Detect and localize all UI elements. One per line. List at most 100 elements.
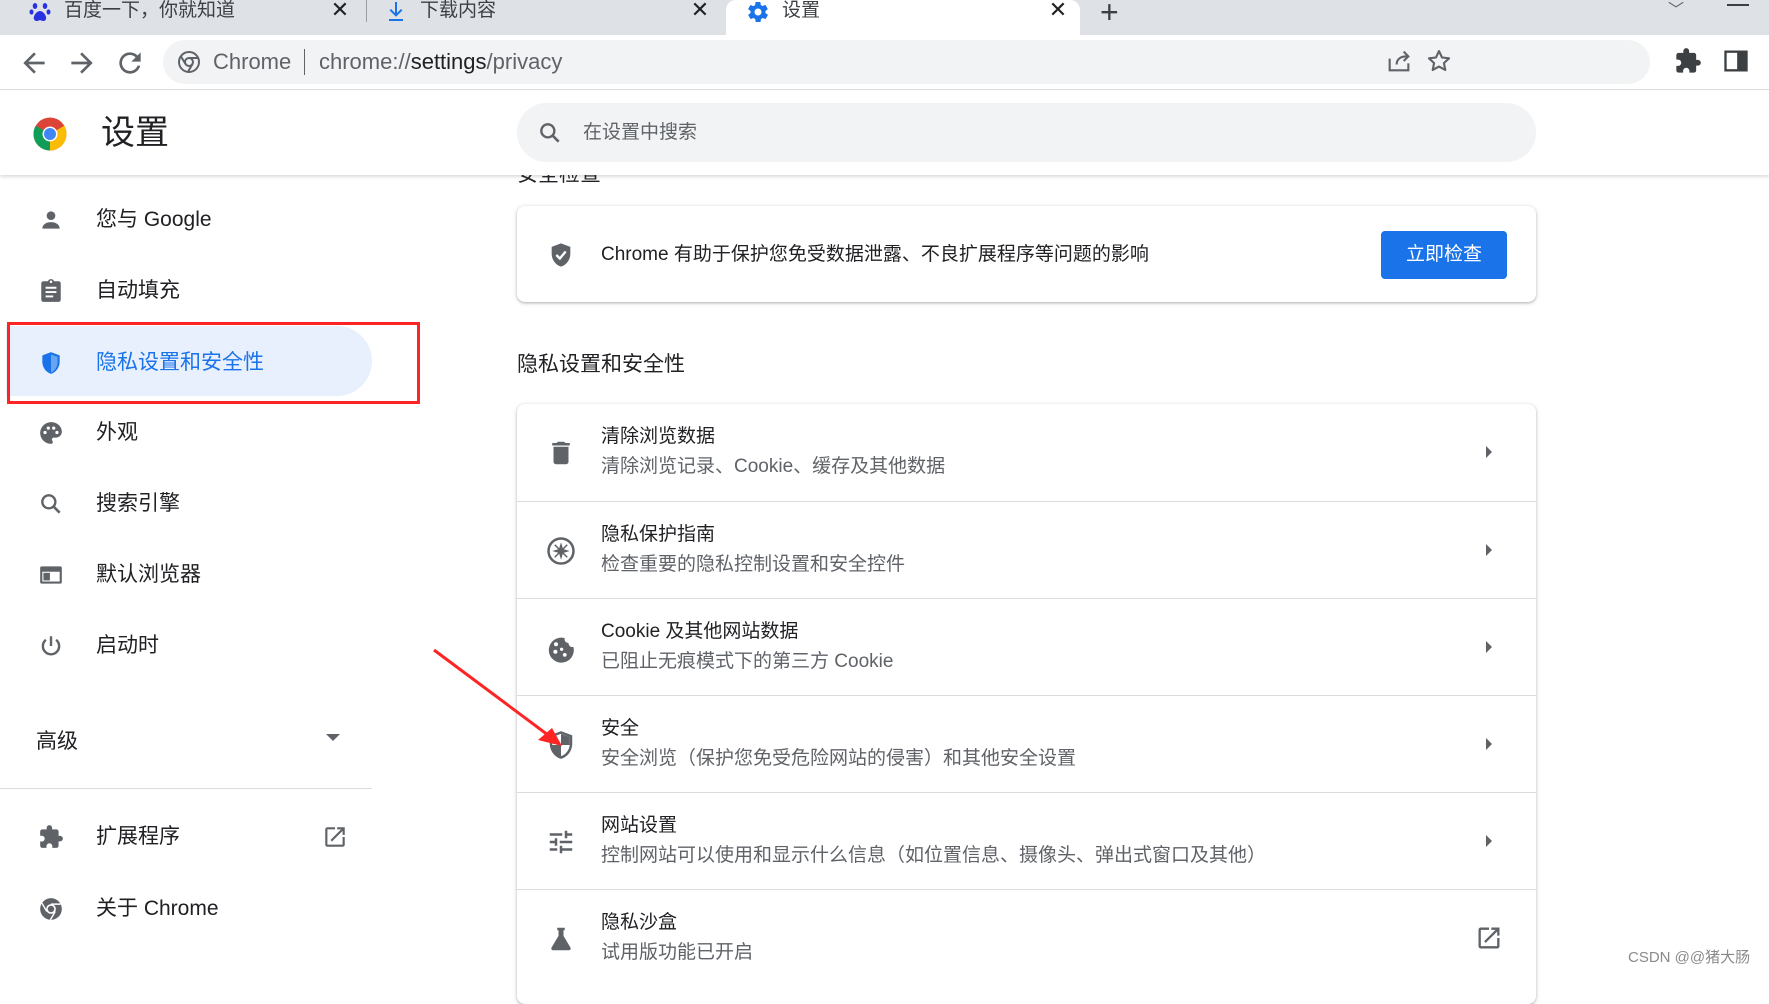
chrome-outline-icon (40, 898, 62, 921)
sidebar-item-privacy-and-security[interactable]: 隐私设置和安全性 (0, 326, 372, 396)
address-bar[interactable]: Chrome chrome://settings/privacy (163, 40, 1650, 84)
address-url[interactable]: chrome://settings/privacy (319, 50, 562, 74)
open-in-new-icon[interactable] (1475, 924, 1503, 952)
tab-settings[interactable]: 设置 ✕ (726, 0, 1080, 35)
puzzle-icon (40, 825, 63, 848)
sidebar-divider (0, 788, 372, 789)
cookie-icon (548, 637, 574, 663)
tab-search-chevron-icon[interactable]: ﹀ (1668, 0, 1684, 20)
back-arrow-icon[interactable] (18, 47, 50, 79)
palette-icon (40, 422, 62, 444)
browser-toolbar: Chrome chrome://settings/privacy (0, 35, 1769, 90)
tab-baidu[interactable]: 百度一下，你就知道 ✕ (0, 0, 368, 35)
chevron-right-icon (1486, 544, 1492, 556)
row-clear-browsing-data[interactable]: 清除浏览数据 清除浏览记录、Cookie、缓存及其他数据 (517, 404, 1536, 501)
row-site-settings[interactable]: 网站设置 控制网站可以使用和显示什么信息（如位置信息、摄像头、弹出式窗口及其他） (517, 792, 1536, 889)
sidebar-item-label: 关于 Chrome (96, 897, 219, 920)
sidebar-item-appearance[interactable]: 外观 (0, 400, 372, 464)
row-security[interactable]: 安全 安全浏览（保护您免受危险网站的侵害）和其他安全设置 (517, 695, 1536, 792)
row-title: 隐私沙盒 (601, 912, 678, 933)
row-cookies[interactable]: Cookie 及其他网站数据 已阻止无痕模式下的第三方 Cookie (517, 598, 1536, 695)
sidebar-item-search-engine[interactable]: 搜索引擎 (0, 471, 372, 535)
chevron-right-icon (1486, 835, 1492, 847)
baidu-icon (29, 3, 51, 21)
url-scheme: chrome:// (319, 49, 411, 74)
watermark: CSDN @@猪大肠 (1628, 949, 1751, 966)
sidebar-item-label: 默认浏览器 (96, 563, 201, 586)
browser-window-icon (40, 566, 62, 584)
open-in-new-icon[interactable] (322, 824, 348, 850)
close-icon[interactable]: ✕ (328, 0, 352, 24)
tab-title: 下载内容 (420, 0, 497, 21)
sidebar-advanced-toggle[interactable]: 高级 (0, 712, 372, 764)
flask-icon (551, 927, 571, 951)
tune-icon (549, 830, 573, 854)
check-now-button[interactable]: 立即检查 (1381, 231, 1507, 279)
trash-icon (552, 441, 570, 465)
sidebar-item-label: 外观 (96, 421, 138, 444)
shield-icon (42, 352, 60, 374)
sidebar-item-autofill[interactable]: 自动填充 (0, 258, 372, 322)
reload-icon[interactable] (114, 47, 146, 79)
chevron-right-icon (1486, 446, 1492, 458)
bookmark-star-icon[interactable] (1425, 47, 1453, 75)
search-icon (540, 123, 560, 143)
sidebar-item-label: 您与 Google (96, 208, 212, 231)
row-subtitle: 已阻止无痕模式下的第三方 Cookie (601, 651, 894, 672)
tab-title: 设置 (782, 0, 821, 21)
row-title: 安全 (601, 718, 640, 739)
row-subtitle: 清除浏览记录、Cookie、缓存及其他数据 (601, 456, 946, 477)
extensions-puzzle-icon[interactable] (1674, 47, 1702, 75)
compass-icon (547, 537, 575, 565)
sidebar-item-label: 自动填充 (96, 279, 180, 302)
row-privacy-guide[interactable]: 隐私保护指南 检查重要的隐私控制设置和安全控件 (517, 501, 1536, 598)
row-subtitle: 检查重要的隐私控制设置和安全控件 (601, 554, 906, 575)
settings-search-box[interactable] (517, 103, 1536, 162)
chrome-logo-icon (33, 117, 67, 151)
person-icon (42, 211, 60, 229)
row-privacy-sandbox[interactable]: 隐私沙盒 试用版功能已开启 (517, 889, 1536, 986)
share-icon[interactable] (1385, 47, 1413, 75)
row-title: 隐私保护指南 (601, 524, 716, 545)
gear-icon (748, 1, 768, 23)
side-panel-icon[interactable] (1722, 47, 1750, 75)
shield-check-icon (551, 243, 571, 267)
close-icon[interactable]: ✕ (1046, 0, 1070, 24)
tab-downloads[interactable]: 下载内容 ✕ (368, 0, 726, 35)
tab-strip: 百度一下，你就知道 ✕ 下载内容 ✕ 设置 ✕ + ﹀ (0, 0, 1769, 35)
chrome-page-icon (178, 51, 200, 73)
chevron-right-icon (1486, 641, 1492, 653)
caret-down-icon (326, 734, 340, 741)
new-tab-button[interactable]: + (1100, 0, 1119, 31)
sidebar-item-on-startup[interactable]: 启动时 (0, 613, 372, 677)
clipboard-icon (41, 279, 61, 302)
chevron-right-icon (1486, 738, 1492, 750)
row-subtitle: 试用版功能已开启 (601, 942, 754, 963)
section-heading: 隐私设置和安全性 (517, 353, 685, 376)
advanced-label: 高级 (36, 730, 78, 753)
tab-separator (366, 0, 367, 22)
settings-header: 设置 (0, 91, 1769, 175)
sidebar-item-you-and-google[interactable]: 您与 Google (0, 187, 372, 251)
power-icon (41, 636, 61, 656)
security-shield-icon (549, 731, 573, 759)
tab-title: 百度一下，你就知道 (64, 0, 236, 21)
address-origin-label: Chrome (213, 49, 292, 74)
row-subtitle: 安全浏览（保护您免受危险网站的侵害）和其他安全设置 (601, 748, 1077, 769)
sidebar-item-default-browser[interactable]: 默认浏览器 (0, 542, 372, 606)
search-icon (41, 494, 61, 514)
sidebar-item-label: 启动时 (96, 634, 159, 657)
address-separator (304, 49, 305, 75)
row-title: Cookie 及其他网站数据 (601, 621, 799, 642)
safety-check-card: Chrome 有助于保护您免受数据泄露、不良扩展程序等问题的影响 立即检查 (517, 206, 1536, 302)
minimize-icon[interactable] (1727, 4, 1749, 6)
forward-arrow-icon[interactable] (66, 47, 98, 79)
sidebar-item-label: 搜索引擎 (96, 492, 180, 515)
search-input[interactable] (583, 115, 1483, 151)
sidebar-item-label: 隐私设置和安全性 (96, 351, 264, 374)
row-title: 清除浏览数据 (601, 426, 716, 447)
sidebar-item-label: 扩展程序 (96, 825, 180, 848)
sidebar-item-about-chrome[interactable]: 关于 Chrome (0, 876, 372, 940)
close-icon[interactable]: ✕ (688, 0, 712, 24)
sidebar-item-extensions[interactable]: 扩展程序 (0, 804, 372, 868)
